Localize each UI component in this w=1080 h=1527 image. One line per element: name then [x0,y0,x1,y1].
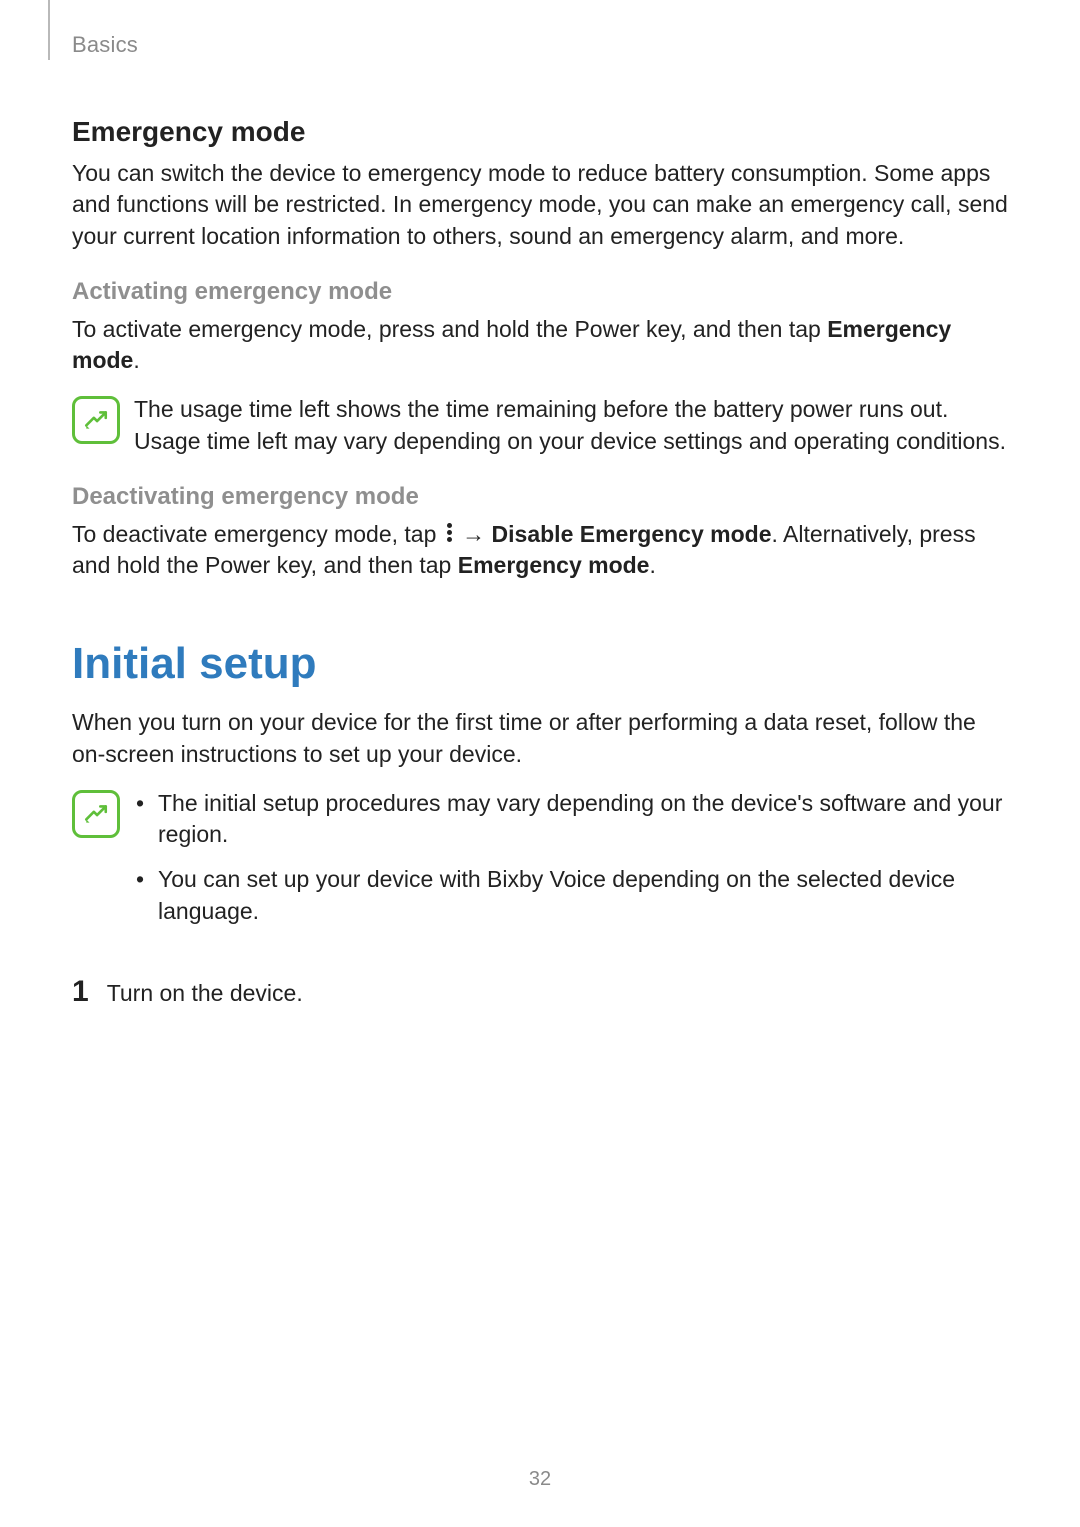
deactivating-bold2: Emergency mode [458,552,650,578]
list-item: The initial setup procedures may vary de… [134,788,1008,851]
step-number: 1 [72,975,89,1009]
activating-heading: Activating emergency mode [72,278,1008,306]
deactivating-heading: Deactivating emergency mode [72,483,1008,511]
activating-pre: To activate emergency mode, press and ho… [72,316,827,342]
step-1: 1 Turn on the device. [72,975,1008,1009]
list-item: You can set up your device with Bixby Vo… [134,864,1008,927]
step-text: Turn on the device. [107,980,303,1007]
header-rule [48,0,50,60]
emergency-mode-heading: Emergency mode [72,116,1008,148]
initial-setup-note: The initial setup procedures may vary de… [72,788,1008,941]
note-icon [72,790,120,838]
activating-note-text: The usage time left shows the time remai… [134,394,1008,457]
content-area: Emergency mode You can switch the device… [72,100,1008,1009]
deactivating-bold1: Disable Emergency mode [492,521,772,547]
page-number: 32 [0,1468,1080,1491]
deactivating-p1: To deactivate emergency mode, tap [72,521,443,547]
deactivating-p3: . [649,552,655,578]
emergency-intro: You can switch the device to emergency m… [72,158,1008,252]
deactivating-text: To deactivate emergency mode, tap → Disa… [72,519,1008,582]
deactivating-arrow: → [462,521,485,547]
page: Basics Emergency mode You can switch the… [0,0,1080,1527]
activating-post: . [133,347,139,373]
activating-text: To activate emergency mode, press and ho… [72,314,1008,377]
initial-setup-heading: Initial setup [72,639,1008,689]
activating-note-row: The usage time left shows the time remai… [72,394,1008,457]
initial-setup-note-content: The initial setup procedures may vary de… [134,788,1008,941]
breadcrumb: Basics [72,32,138,58]
note-icon [72,396,120,444]
more-options-icon [447,521,452,544]
initial-setup-intro: When you turn on your device for the fir… [72,707,1008,770]
initial-setup-note-list: The initial setup procedures may vary de… [134,788,1008,927]
